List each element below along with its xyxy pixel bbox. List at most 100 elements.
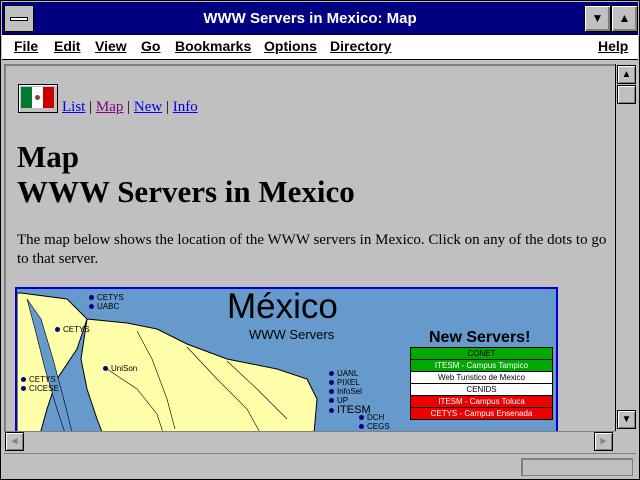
server-dot-icon	[359, 424, 364, 430]
new-server-link[interactable]: ITESM - Campus Toluca	[410, 396, 553, 408]
arrow-down-icon: ▼	[621, 414, 632, 425]
vertical-scrollbar[interactable]: ▲ ▼	[615, 64, 637, 431]
site-cetys-2[interactable]: CETYS	[55, 325, 90, 334]
site-infosel[interactable]: InfoSel	[329, 387, 362, 396]
server-dot-icon	[89, 295, 94, 301]
menu-file-label: File	[14, 38, 39, 54]
new-server-link[interactable]: Web Turistico de Mexico	[410, 372, 553, 384]
site-label: CEGS	[367, 422, 390, 431]
site-unison[interactable]: UniSon	[103, 364, 137, 373]
page-content[interactable]: List | Map | New | Info Map WWW Servers …	[4, 64, 615, 431]
mexico-flag-icon	[18, 84, 58, 113]
page-title: Map	[17, 139, 79, 174]
new-server-link[interactable]: ITESM - Campus Tampico	[410, 360, 553, 372]
site-cetys[interactable]: CETYS	[89, 293, 124, 302]
server-dot-icon	[329, 380, 334, 386]
new-server-link[interactable]: CETYS - Campus Ensenada	[410, 408, 553, 420]
menu-help[interactable]: Help	[598, 38, 628, 54]
server-dot-icon	[55, 327, 60, 333]
nav-separator: |	[165, 99, 169, 115]
menu-file[interactable]: File	[14, 38, 38, 54]
system-menu-button[interactable]	[4, 5, 34, 32]
page-subtitle: WWW Servers in Mexico	[17, 174, 355, 209]
server-dot-icon	[359, 415, 364, 421]
new-servers-title: New Servers!	[429, 329, 531, 346]
site-cegs[interactable]: CEGS	[359, 422, 390, 431]
link-map[interactable]: Map	[96, 99, 124, 115]
menu-bookmarks-label: Bookmarks	[175, 38, 252, 54]
scroll-left-button[interactable]: ◄	[5, 432, 24, 451]
link-new[interactable]: New	[134, 99, 162, 115]
maximize-icon: ▲	[618, 11, 631, 25]
new-server-link[interactable]: CONET	[410, 347, 553, 360]
flag-green	[21, 87, 32, 108]
menu-view[interactable]: View	[95, 38, 127, 54]
title-bar: WWW Servers in Mexico: Map ▼ ▲	[2, 2, 638, 35]
site-uanl[interactable]: UANL	[329, 369, 358, 378]
arrow-left-icon: ◄	[9, 436, 20, 447]
scroll-thumb[interactable]	[617, 85, 636, 104]
link-list[interactable]: List	[62, 99, 85, 115]
site-label: CETYS	[29, 375, 56, 384]
system-menu-icon	[10, 17, 28, 21]
window-title: WWW Servers in Mexico: Map	[203, 10, 417, 27]
site-label: CICESE	[29, 384, 59, 393]
maximize-button[interactable]: ▲	[611, 5, 638, 32]
link-info[interactable]: Info	[173, 99, 198, 115]
server-dot-icon	[21, 386, 26, 392]
scroll-down-button[interactable]: ▼	[617, 410, 636, 429]
scroll-up-button[interactable]: ▲	[617, 65, 636, 84]
menu-help-label: Help	[598, 38, 629, 54]
new-server-link[interactable]: CENIDS	[410, 384, 553, 396]
site-pixel[interactable]: PIXEL	[329, 378, 360, 387]
site-label: InfoSel	[337, 387, 362, 396]
flag-red	[43, 87, 54, 108]
nav-separator: |	[127, 99, 131, 115]
browser-window: WWW Servers in Mexico: Map ▼ ▲ File Edit…	[0, 0, 640, 480]
server-dot-icon	[103, 366, 108, 372]
menu-directory[interactable]: Directory	[330, 38, 391, 54]
menu-options-label: Options	[264, 38, 317, 54]
site-label: UniSon	[111, 364, 138, 373]
site-label: DCH	[367, 413, 385, 422]
horizontal-scrollbar[interactable]: ◄ ►	[4, 431, 615, 451]
server-map[interactable]: México WWW Servers New Servers! CONET ITE…	[15, 287, 558, 431]
map-subtitle: WWW Servers	[249, 327, 335, 342]
site-label: UANL	[337, 369, 359, 378]
menu-edit[interactable]: Edit	[54, 38, 80, 54]
minimize-icon: ▼	[591, 11, 604, 25]
arrow-right-icon: ►	[598, 436, 609, 447]
nav-links: List | Map | New | Info	[62, 99, 198, 116]
site-label: PIXEL	[337, 378, 360, 387]
server-dot-icon	[329, 398, 334, 404]
site-cetys-3[interactable]: CETYS	[21, 375, 56, 384]
nav-separator: |	[89, 99, 93, 115]
site-label: UABC	[97, 302, 120, 311]
menu-view-label: View	[95, 38, 127, 54]
site-uabc[interactable]: UABC	[89, 302, 119, 311]
server-dot-icon	[21, 377, 26, 383]
progress-indicator	[521, 458, 633, 476]
arrow-up-icon: ▲	[621, 69, 632, 80]
server-dot-icon	[329, 407, 334, 413]
server-dot-icon	[329, 371, 334, 377]
menu-bar: File Edit View Go Bookmarks Options Dire…	[2, 35, 638, 60]
map-title: México	[227, 287, 338, 326]
site-label: CETYS	[97, 293, 124, 302]
site-dch[interactable]: DCH	[359, 413, 384, 422]
site-cicese[interactable]: CICESE	[21, 384, 59, 393]
menu-options[interactable]: Options	[264, 38, 317, 54]
description-text: The map below shows the location of the …	[17, 232, 607, 267]
site-label: CETYS	[63, 325, 90, 334]
menu-directory-label: Directory	[330, 38, 392, 54]
menu-go-label: Go	[141, 38, 161, 54]
menu-edit-label: Edit	[54, 38, 81, 54]
scroll-right-button[interactable]: ►	[594, 432, 613, 451]
menu-go[interactable]: Go	[141, 38, 160, 54]
menu-bookmarks[interactable]: Bookmarks	[175, 38, 251, 54]
server-dot-icon	[89, 304, 94, 310]
minimize-button[interactable]: ▼	[584, 5, 611, 32]
new-servers-list: CONET ITESM - Campus Tampico Web Turistico…	[410, 347, 553, 420]
flag-emblem-icon	[35, 95, 40, 100]
status-bar	[4, 453, 636, 477]
